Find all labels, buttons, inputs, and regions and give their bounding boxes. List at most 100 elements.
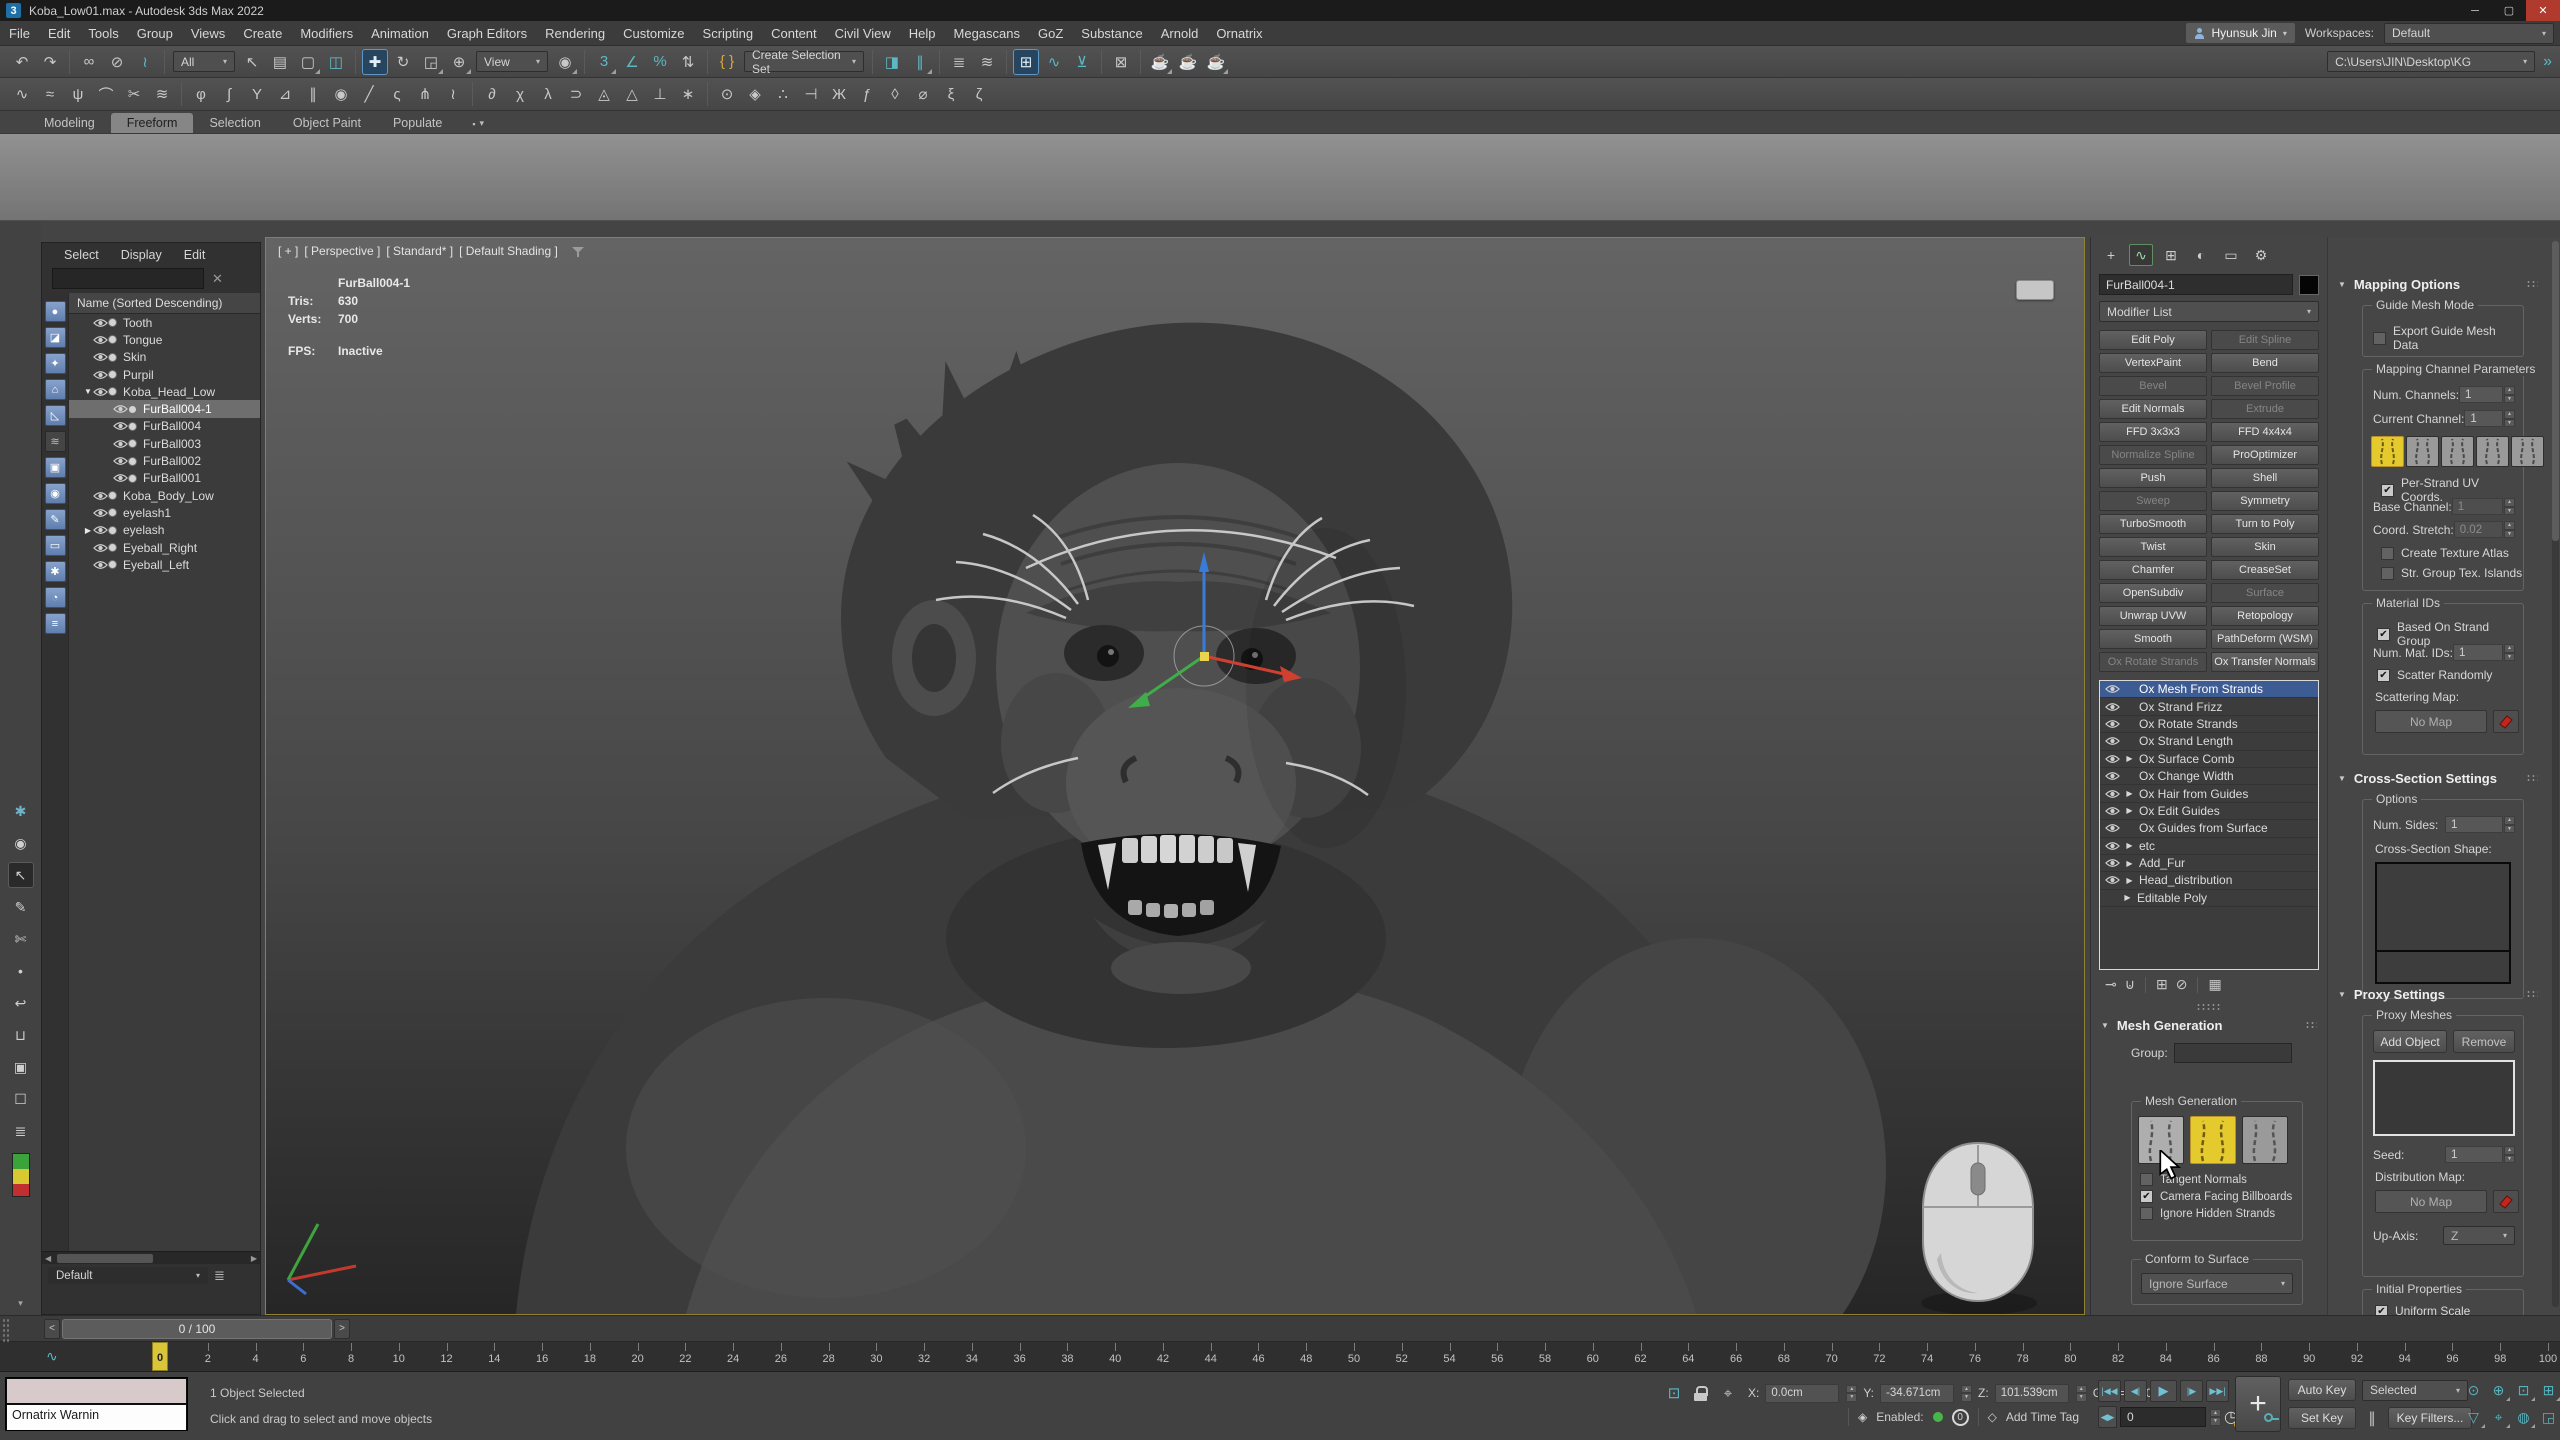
configure-modifier-sets-icon[interactable]: ▦ [2208, 976, 2221, 993]
remove-button[interactable]: Remove [2453, 1030, 2515, 1053]
menu-civil-view[interactable]: Civil View [826, 21, 900, 46]
toolbar-overflow-button[interactable]: » [2543, 53, 2552, 71]
tab-modify[interactable]: ∿ [2129, 244, 2153, 266]
graph-editors-icon[interactable]: ≋ [974, 49, 1000, 75]
pin-stack-icon[interactable]: ⊸ [2105, 976, 2117, 993]
mapping-mode-thumbnail[interactable] [2476, 436, 2509, 467]
ornatrix-tool-14-icon[interactable]: ς [384, 81, 410, 107]
set-key-button[interactable]: Set Key [2288, 1407, 2356, 1429]
modifier-button[interactable]: CreaseSet [2211, 560, 2319, 580]
filter-xrefs-icon[interactable]: ◉ [45, 483, 66, 504]
key-filters-button[interactable]: Key Filters... [2388, 1407, 2472, 1429]
use-pivot-point-icon[interactable]: ◉ [552, 49, 578, 75]
modifier-button[interactable]: Edit Poly [2099, 330, 2207, 350]
proxy-mesh-thumbnail[interactable] [2190, 1116, 2236, 1164]
expander-icon[interactable]: ▶ [2125, 806, 2134, 815]
menu-rendering[interactable]: Rendering [536, 21, 614, 46]
list-item[interactable]: Eyeball_Left [69, 556, 260, 573]
value-field[interactable]: 1 [2464, 410, 2503, 427]
visibility-eye-icon[interactable] [113, 439, 128, 449]
select-cursor-icon[interactable]: ↖ [8, 862, 34, 888]
ornatrix-tool-1-icon[interactable]: ∿ [9, 81, 35, 107]
ornatrix-tool-12-icon[interactable]: ◉ [328, 81, 354, 107]
stack-item[interactable]: ▶Head_distribution [2100, 872, 2318, 889]
clear-search-icon[interactable]: ✕ [212, 271, 223, 287]
stack-item[interactable]: Ox Strand Frizz [2100, 698, 2318, 715]
modifier-button[interactable]: Unwrap UVW [2099, 606, 2207, 626]
stack-item[interactable]: ▶Editable Poly [2100, 890, 2318, 907]
list-item[interactable]: Tongue [69, 331, 260, 348]
key-set-dropdown[interactable]: Selected▾ [2362, 1380, 2468, 1401]
filter-geometry-icon[interactable]: ● [45, 301, 66, 322]
modifier-button[interactable]: FFD 3x3x3 [2099, 422, 2207, 442]
mapping-mode-thumbnail[interactable] [2371, 436, 2404, 467]
mapping-options-rollout-header[interactable]: ▼Mapping Options [2328, 277, 2548, 292]
go-to-start-button[interactable]: |◀◀ [2098, 1380, 2121, 1402]
stack-item[interactable]: ▶etc [2100, 838, 2318, 855]
modifier-button[interactable]: Ox Transfer Normals [2211, 652, 2319, 672]
current-frame-field[interactable]: 0 [2120, 1407, 2206, 1427]
object-dot-icon[interactable] [108, 543, 117, 552]
modifier-button[interactable]: Push [2099, 468, 2207, 488]
visibility-eye-icon[interactable] [2105, 771, 2120, 781]
spinner-arrows[interactable]: ▲▼ [1846, 1385, 1857, 1402]
modifier-button[interactable]: FFD 4x4x4 [2211, 422, 2319, 442]
modifier-button[interactable]: VertexPaint [2099, 353, 2207, 373]
zoom-extents-all-icon[interactable]: ⊞ [2537, 1378, 2560, 1402]
checkbox-icon[interactable]: ✔ [2140, 1190, 2153, 1203]
visibility-eye-icon[interactable] [2105, 858, 2120, 868]
explorer-tab-edit[interactable]: Edit [184, 248, 206, 262]
next-frame-button[interactable]: |▶ [2180, 1380, 2203, 1402]
named-selection-sets-dropdown[interactable]: Create Selection Set▾ [744, 51, 864, 72]
visibility-eye-icon[interactable] [93, 508, 108, 518]
maxscript-mini-listener[interactable]: Ornatrix Warnin [5, 1377, 188, 1431]
maximize-button[interactable]: ▢ [2492, 0, 2526, 21]
mapping-mode-thumbnail[interactable] [2406, 436, 2439, 467]
visibility-eye-icon[interactable] [93, 387, 108, 397]
modifier-button[interactable]: Retopology [2211, 606, 2319, 626]
workspace-dropdown[interactable]: Default ▾ [2384, 23, 2554, 44]
menu-edit[interactable]: Edit [39, 21, 79, 46]
z-coordinate-field[interactable]: 101.539cm [1995, 1384, 2069, 1403]
filter-cameras-icon[interactable]: ⌂ [45, 379, 66, 400]
modifier-button[interactable]: Shell [2211, 468, 2319, 488]
adaptive-degradation-icon[interactable]: ◈ [1858, 1410, 1867, 1424]
list-item[interactable]: Tooth [69, 314, 260, 331]
set-keys-button[interactable]: + [2235, 1376, 2281, 1432]
map-slot-button[interactable] [2493, 710, 2519, 733]
spin-up-icon[interactable]: ▲ [2076, 1385, 2087, 1394]
menu-goz[interactable]: GoZ [1029, 21, 1072, 46]
spinner-arrows[interactable]: ▲▼ [2076, 1385, 2087, 1402]
meshgen-checkbox[interactable]: Ignore Hidden Strands [2140, 1207, 2302, 1220]
ribbon-tab-populate[interactable]: Populate [377, 113, 458, 133]
show-end-result-icon[interactable]: ⊍ [2125, 976, 2135, 993]
filter-visibility-icon[interactable]: ◔ [45, 587, 66, 608]
ornatrix-tool-25-icon[interactable]: ⊙ [714, 81, 740, 107]
ornatrix-tool-10-icon[interactable]: ⊿ [272, 81, 298, 107]
modifier-button[interactable]: TurboSmooth [2099, 514, 2207, 534]
visibility-eye-icon[interactable] [2105, 754, 2120, 764]
current-frame-marker[interactable]: 0 [152, 1342, 168, 1371]
percent-snap-icon[interactable]: % [647, 49, 673, 75]
ornatrix-tool-17-icon[interactable]: ∂ [479, 81, 505, 107]
mesh-generation-rollout-header[interactable]: ▼ Mesh Generation [2091, 1010, 2327, 1033]
make-unique-icon[interactable]: ⊞ [2156, 976, 2168, 993]
viewport-menu-renderer[interactable]: [ Standard* ] [386, 244, 453, 258]
object-name-field[interactable]: FurBall004-1 [2099, 274, 2293, 295]
ornatrix-tool-31-icon[interactable]: ◊ [882, 81, 908, 107]
expander-icon[interactable]: ▶ [83, 526, 93, 535]
modifier-list-dropdown[interactable]: Modifier List ▾ [2099, 301, 2319, 322]
scroll-right-icon[interactable]: ▶ [248, 1254, 260, 1263]
cross-section-settings-rollout-header[interactable]: ▼Cross-Section Settings [2328, 771, 2548, 786]
spin-down-icon[interactable]: ▼ [2504, 1155, 2515, 1164]
ornatrix-tool-18-icon[interactable]: χ [507, 81, 533, 107]
active-layer-dropdown[interactable]: Default ▾ [48, 1267, 208, 1284]
remove-modifier-icon[interactable]: ⊘ [2176, 976, 2188, 993]
ornatrix-tool-20-icon[interactable]: ⊃ [563, 81, 589, 107]
ornatrix-tool-27-icon[interactable]: ∴ [770, 81, 796, 107]
pencil-icon[interactable]: ✎ [8, 894, 34, 920]
play-button[interactable]: ▶ [2150, 1380, 2177, 1402]
object-dot-icon[interactable] [108, 387, 117, 396]
scattering-map-button[interactable]: No Map [2375, 710, 2487, 733]
visibility-eye-icon[interactable] [93, 352, 108, 362]
